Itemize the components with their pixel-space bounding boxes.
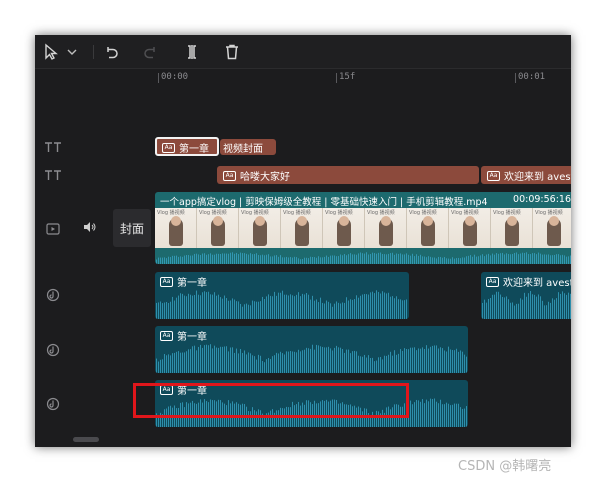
toolbar-divider	[93, 45, 94, 59]
clip-label: 欢迎来到 avest	[504, 172, 571, 183]
text-track-icon	[43, 167, 63, 183]
video-thumbnail-strip: Vlog 播视频 Vlog 播视频 Vlog 播视频 Vlog 播视频 Vlog…	[155, 208, 571, 248]
chapter-audio-clip[interactable]: Aa 第一章	[155, 272, 409, 319]
ruler-tick: 15f	[335, 72, 356, 83]
video-frame: Vlog 播视频	[491, 208, 533, 248]
audio-waveform	[156, 290, 407, 319]
video-frame: Vlog 播视频	[323, 208, 365, 248]
undo-icon[interactable]	[103, 43, 121, 61]
audio-track-icon	[43, 396, 63, 412]
video-track-icon	[43, 221, 63, 237]
video-title: 一个app搞定vlog | 剪映保姆级全教程 | 零基础快速入门 | 手机剪辑教…	[160, 197, 488, 208]
ruler-tick: 00:01	[514, 72, 546, 83]
timeline-toolbar	[35, 35, 571, 69]
video-frame: Vlog 播视频	[365, 208, 407, 248]
clip-label: 视频封面	[223, 144, 263, 155]
video-frame: Vlog 播视频	[449, 208, 491, 248]
greeting-text-clip[interactable]: Aa 哈喽大家好	[217, 166, 479, 184]
text-tag-icon: Aa	[223, 170, 236, 181]
video-frame: Vlog 播视频	[407, 208, 449, 248]
split-icon[interactable]	[183, 43, 201, 61]
time-ruler[interactable]: 00:00 15f 00:01	[35, 69, 571, 89]
chapter-audio-clip[interactable]: Aa 第一章	[155, 326, 468, 373]
video-duration: 00:09:56:16	[513, 194, 571, 205]
video-frame: Vlog 播视频	[155, 208, 197, 248]
welcome-audio-clip[interactable]: Aa 欢迎来到 avest	[481, 272, 571, 319]
delete-icon[interactable]	[223, 43, 241, 61]
horizontal-scrollbar[interactable]	[73, 437, 99, 442]
cover-button[interactable]: 封面	[113, 209, 151, 247]
video-frame: Vlog 播视频	[197, 208, 239, 248]
highlight-box	[133, 383, 409, 418]
watermark: CSDN @韩曙亮	[458, 459, 552, 474]
clip-label: 第一章	[179, 144, 209, 155]
video-audio-waveform	[156, 252, 571, 264]
video-frame: Vlog 播视频	[239, 208, 281, 248]
cover-text-clip[interactable]: 视频封面	[220, 139, 276, 155]
clip-label: 哈喽大家好	[240, 172, 290, 183]
text-tag-icon: Aa	[162, 142, 175, 153]
mute-toggle-icon[interactable]	[83, 221, 97, 236]
audio-waveform	[482, 291, 571, 319]
audio-track-icon	[43, 342, 63, 358]
select-tool-icon[interactable]	[43, 43, 59, 61]
text-track-icon	[43, 139, 63, 155]
ruler-tick: 00:00	[157, 72, 189, 83]
welcome-text-clip[interactable]: Aa 欢迎来到 avest	[481, 166, 571, 184]
audio-waveform	[156, 344, 467, 373]
audio-track-icon	[43, 287, 63, 303]
video-frame: Vlog 播视频	[533, 208, 571, 248]
redo-icon[interactable]	[141, 43, 159, 61]
text-tag-icon: Aa	[487, 170, 500, 181]
video-frame: Vlog 播视频	[281, 208, 323, 248]
chevron-down-icon[interactable]	[65, 43, 79, 61]
main-video-clip[interactable]: 一个app搞定vlog | 剪映保姆级全教程 | 零基础快速入门 | 手机剪辑教…	[155, 192, 571, 264]
chapter-text-clip[interactable]: Aa 第一章	[155, 137, 219, 156]
